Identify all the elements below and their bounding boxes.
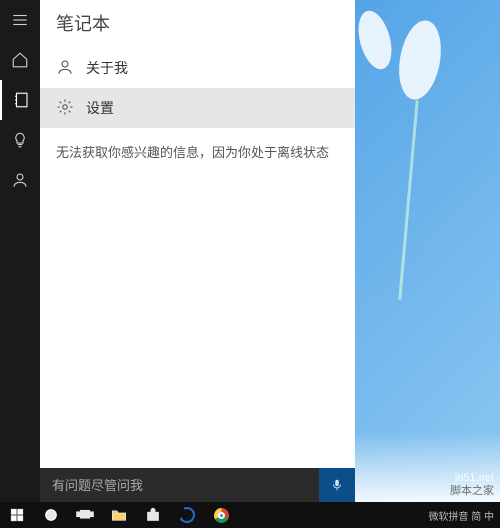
menu-icon[interactable]: [0, 0, 40, 40]
search-input[interactable]: [40, 478, 319, 493]
cortana-rail: [0, 0, 40, 502]
start-button[interactable]: [0, 502, 34, 528]
store-icon[interactable]: [136, 502, 170, 528]
lightbulb-icon[interactable]: [0, 120, 40, 160]
about-me-row[interactable]: 关于我: [40, 48, 355, 88]
settings-row[interactable]: 设置: [40, 88, 355, 128]
file-explorer-icon[interactable]: [102, 502, 136, 528]
system-tray: 微软拼音 简 中: [422, 502, 500, 528]
panel-title: 笔记本: [40, 0, 355, 48]
ime-indicator[interactable]: 微软拼音 简 中: [422, 508, 500, 523]
feedback-icon[interactable]: [0, 160, 40, 200]
settings-label: 设置: [86, 98, 114, 118]
taskbar: 微软拼音 简 中: [0, 502, 500, 528]
chrome-icon[interactable]: [204, 502, 238, 528]
cortana-notebook-panel: 笔记本 关于我 设置 无法获取你感兴趣的信息，因为你处于离线状态: [40, 0, 355, 502]
watermark-site: 脚本之家: [450, 485, 494, 498]
microphone-button[interactable]: [319, 468, 355, 502]
edge-icon[interactable]: [170, 502, 204, 528]
task-view-icon[interactable]: [68, 502, 102, 528]
cortana-search-bar: [40, 468, 355, 502]
offline-message: 无法获取你感兴趣的信息，因为你处于离线状态: [40, 128, 355, 468]
person-icon: [56, 58, 74, 79]
watermark-url: jb51.net: [450, 472, 494, 485]
gear-icon: [56, 98, 74, 119]
home-icon[interactable]: [0, 40, 40, 80]
watermark: jb51.net 脚本之家: [450, 472, 494, 498]
cortana-circle-icon[interactable]: [34, 502, 68, 528]
notebook-icon[interactable]: [0, 80, 40, 120]
about-me-label: 关于我: [86, 58, 128, 78]
